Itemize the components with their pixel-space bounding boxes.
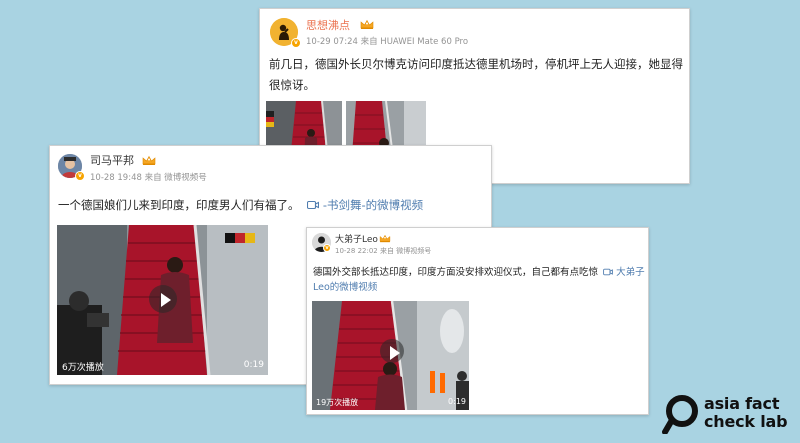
logo-line-1: asia fact bbox=[704, 394, 780, 413]
post-text: 前几日，德国外长贝尔博克访问印度抵达德里机场时，停机坪上无人迎接，她显得很惊讶。 bbox=[269, 57, 683, 92]
vip-crown-icon bbox=[360, 20, 374, 30]
verified-badge-icon: v bbox=[291, 38, 301, 48]
video-link-icon bbox=[603, 268, 613, 276]
view-count: 6万次播放 bbox=[62, 363, 104, 373]
post-text: 一个德国娘们儿来到印度，印度男人们有福了。 -书剑舞-的微博视频 bbox=[58, 197, 488, 213]
video-link-icon bbox=[307, 200, 320, 210]
post-meta: 10-28 22:02 来自 微博视频号 bbox=[335, 247, 432, 255]
username[interactable]: 大弟子Leo bbox=[335, 232, 378, 245]
vip-crown-icon bbox=[379, 234, 391, 243]
view-count: 19万次播放 bbox=[316, 398, 359, 407]
asia-fact-check-lab-logo: asia fact check lab bbox=[662, 392, 800, 436]
logo-line-2: check lab bbox=[704, 412, 788, 431]
username[interactable]: 司马平邦 bbox=[90, 152, 134, 168]
username[interactable]: 思想沸点 bbox=[306, 17, 350, 33]
verified-badge-icon: v bbox=[75, 171, 85, 181]
weibo-post-card: v 大弟子Leo 10-28 22:02 来自 微博视频号 德国外交部长抵达印度… bbox=[306, 227, 649, 415]
post-text-body: 德国外交部长抵达印度，印度方面没安排欢迎仪式，自己都有点吃惊 bbox=[313, 267, 599, 278]
video-duration: 0:19 bbox=[243, 360, 264, 370]
video-link[interactable]: -书剑舞-的微博视频 bbox=[323, 198, 423, 212]
post-text-body: 一个德国娘们儿来到印度，印度男人们有福了。 bbox=[58, 198, 300, 212]
post-text: 德国外交部长抵达印度，印度方面没安排欢迎仪式，自己都有点吃惊 大弟子Leo的微博… bbox=[313, 265, 647, 295]
post-meta: 10-28 19:48 来自 微博视频号 bbox=[90, 173, 207, 183]
magnifier-logo-icon bbox=[662, 395, 698, 434]
vip-crown-icon bbox=[142, 156, 156, 166]
play-button-icon[interactable] bbox=[380, 339, 404, 363]
video-player[interactable]: 6万次播放 0:19 bbox=[57, 225, 268, 375]
play-button-icon[interactable] bbox=[149, 285, 177, 313]
video-duration: 0:19 bbox=[448, 397, 466, 406]
video-player[interactable]: 19万次播放 0:19 bbox=[312, 301, 469, 410]
verified-badge-icon: v bbox=[323, 244, 331, 252]
post-meta: 10-29 07:24 来自 HUAWEI Mate 60 Pro bbox=[306, 37, 469, 47]
